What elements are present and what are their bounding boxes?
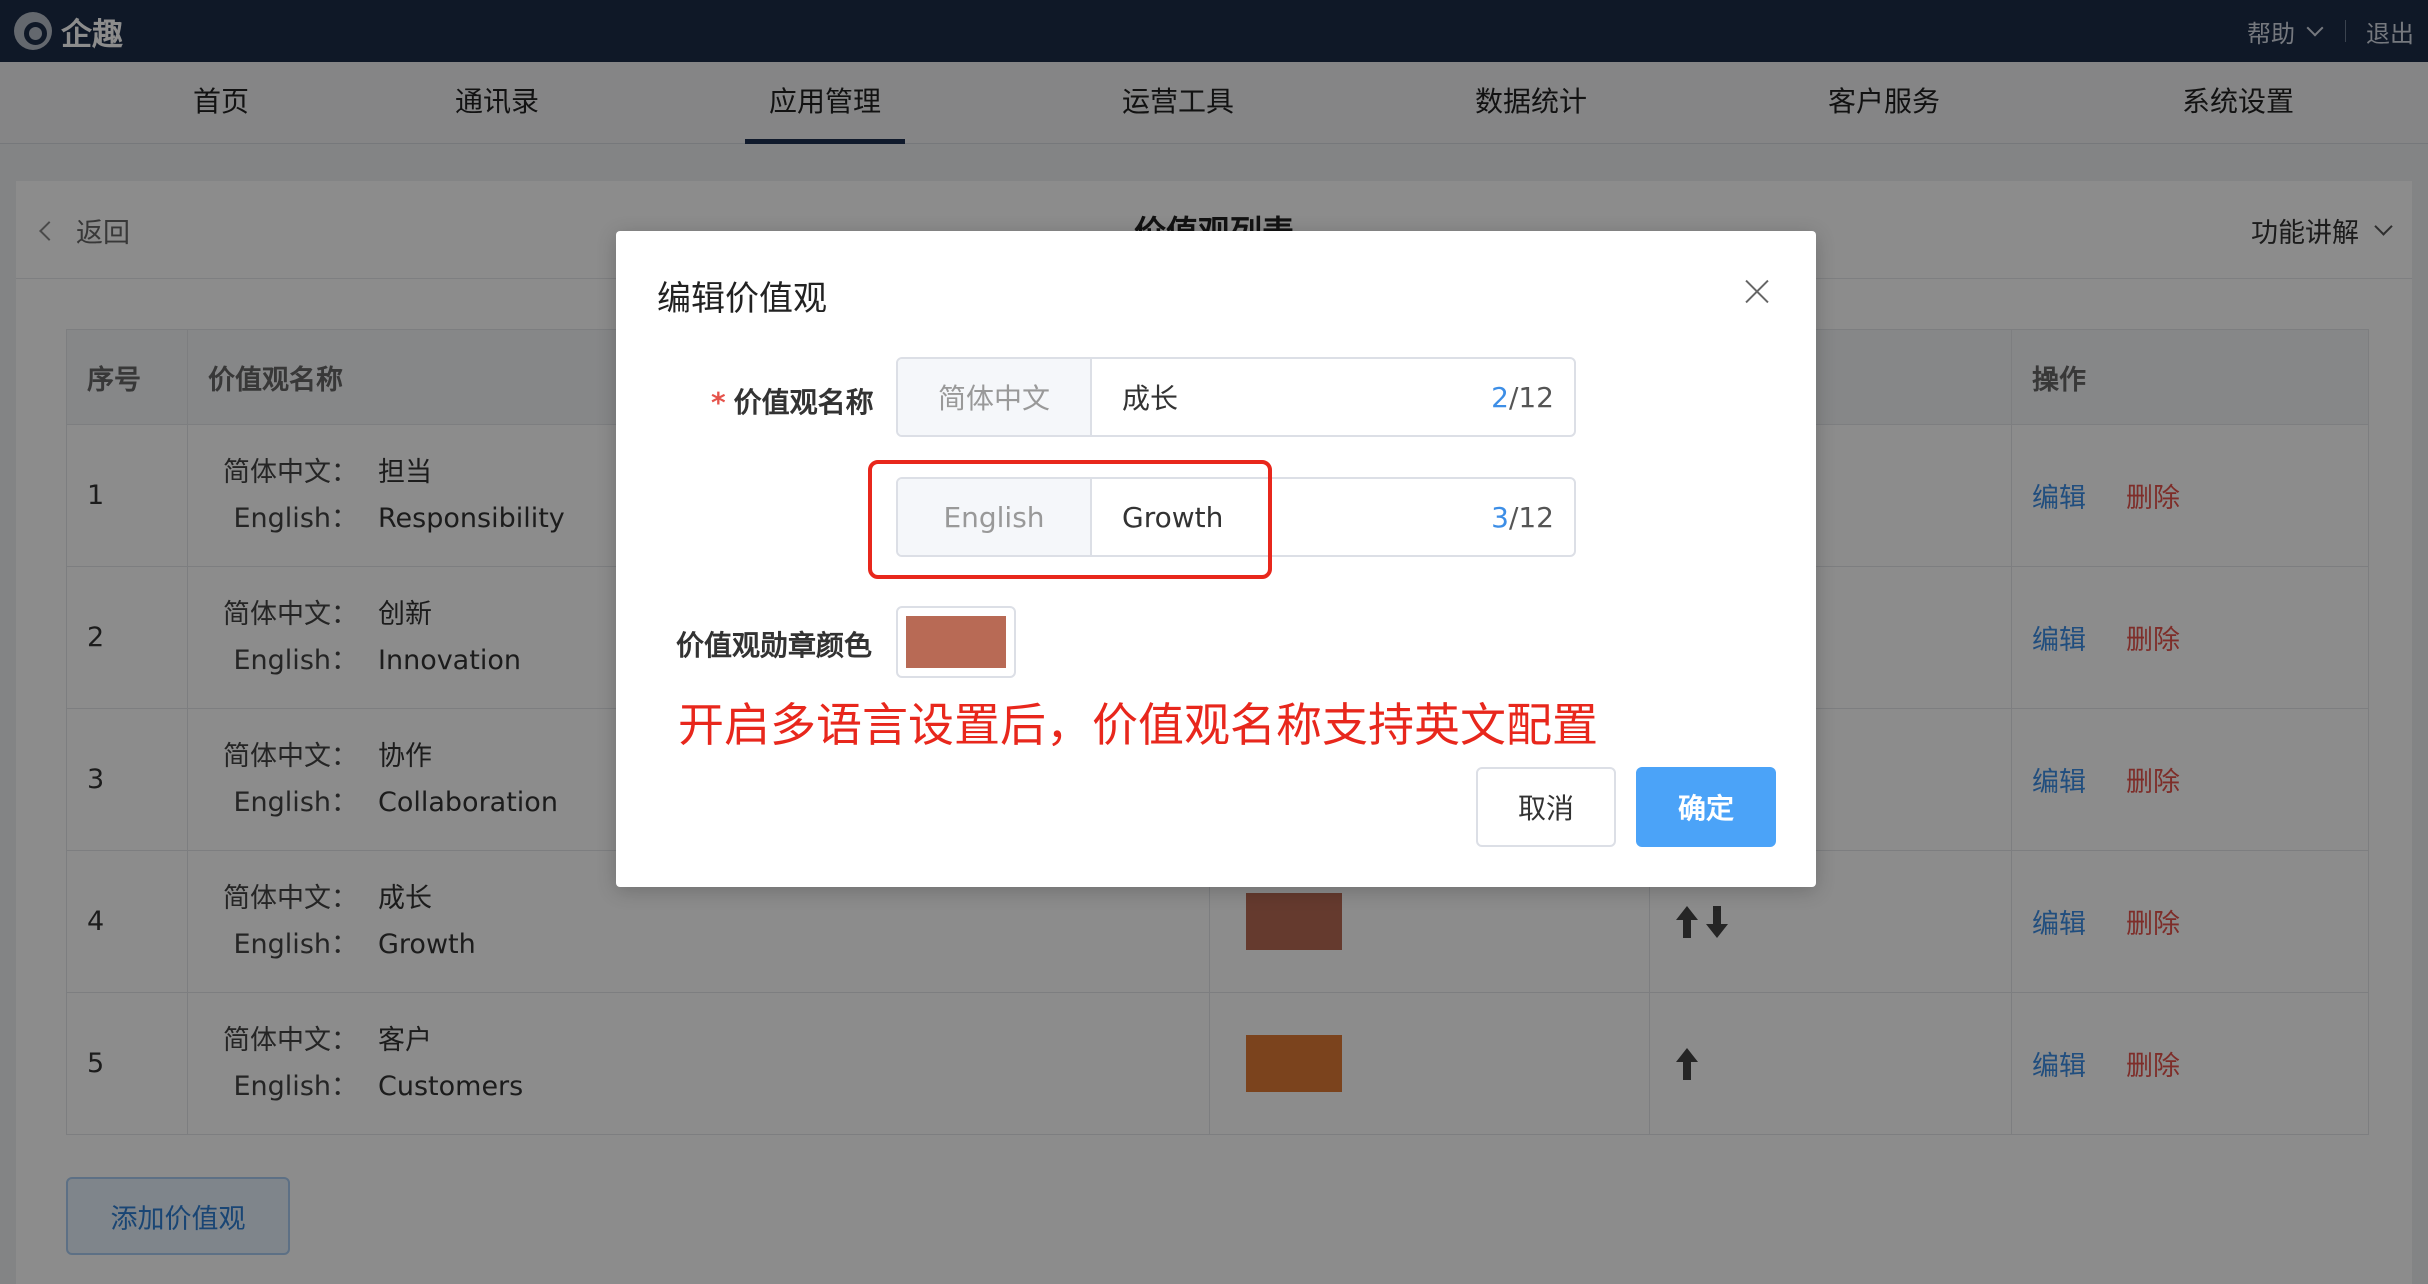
char-counter: 2/12 — [1491, 380, 1554, 414]
dialog-title: 编辑价值观 — [657, 279, 827, 319]
value-name-label: * 价值观名称 — [711, 386, 874, 419]
annotation-highlight-box — [868, 460, 1272, 579]
edit-value-dialog: 编辑价值观 * 价值观名称 简体中文 成长 2/12 English Growth… — [616, 231, 1816, 887]
badge-color-label: 价值观勋章颜色 — [676, 629, 873, 662]
input-prefix-zh: 简体中文 — [898, 359, 1092, 435]
confirm-button[interactable]: 确定 — [1636, 767, 1776, 847]
badge-color-picker[interactable] — [896, 606, 1016, 678]
value-name-zh-input[interactable]: 简体中文 成长 2/12 — [896, 357, 1576, 437]
badge-color-swatch — [906, 616, 1006, 668]
cancel-button[interactable]: 取消 — [1476, 767, 1616, 847]
char-counter: 3/12 — [1491, 500, 1554, 534]
annotation-text: 开启多语言设置后，价值观名称支持英文配置 — [678, 698, 1598, 752]
value-name-zh-text[interactable]: 成长 — [1092, 359, 1491, 435]
required-mark: * — [711, 386, 726, 419]
close-icon[interactable] — [1742, 277, 1772, 307]
